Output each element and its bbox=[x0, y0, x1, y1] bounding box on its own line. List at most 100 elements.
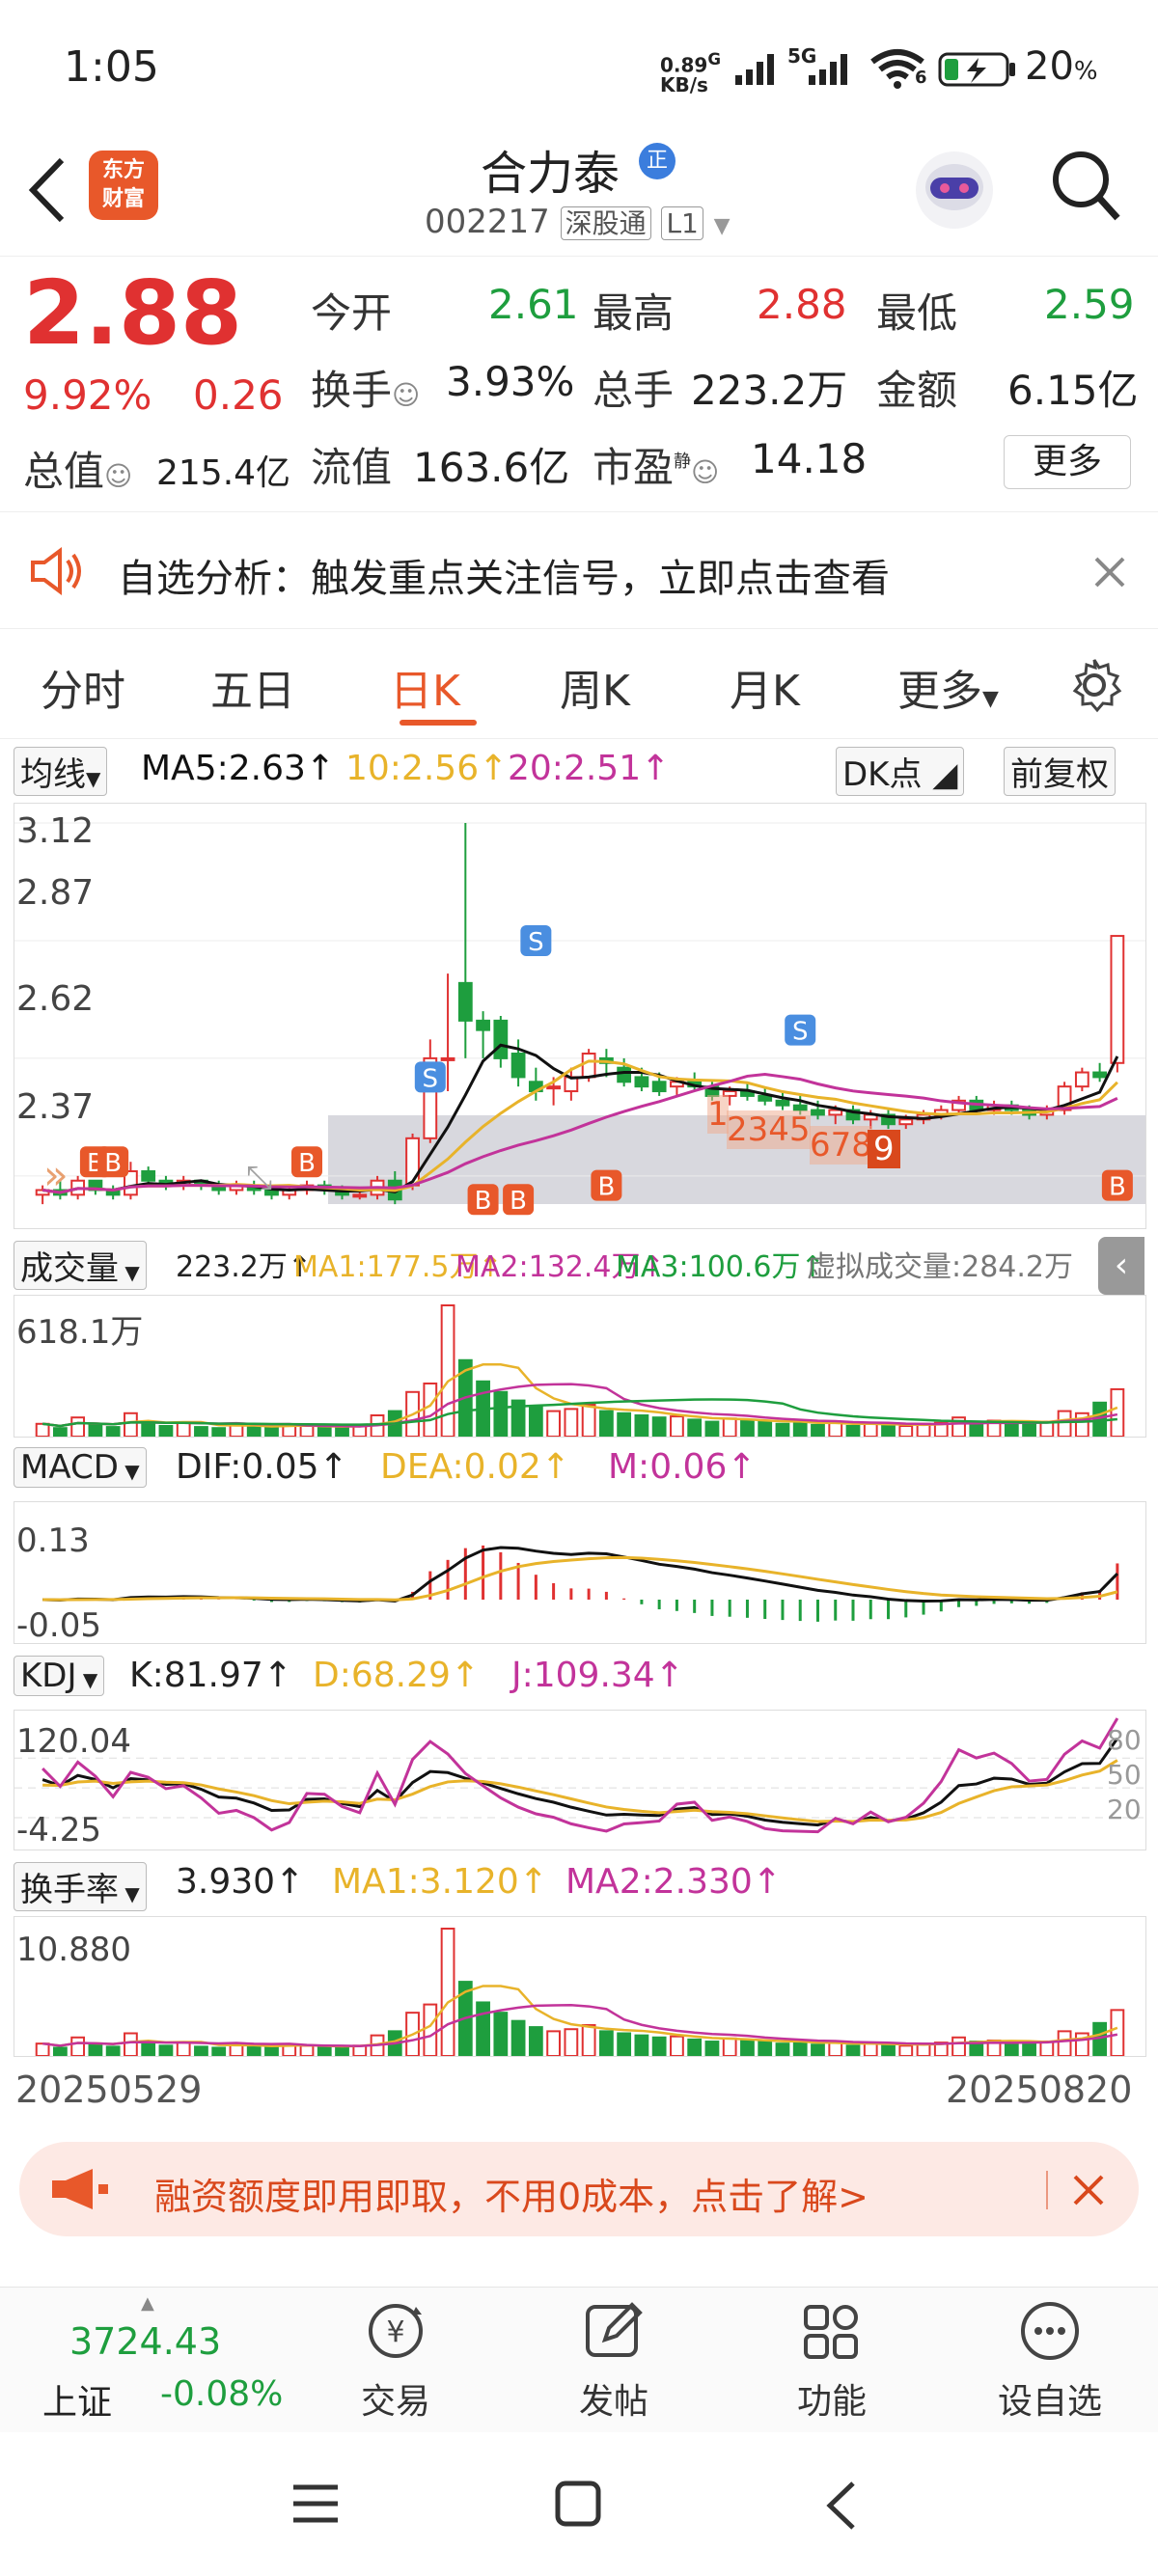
ma5-label: MA5:2.63↑ bbox=[141, 749, 336, 788]
back-icon[interactable] bbox=[822, 2480, 861, 2532]
macd-selector[interactable]: MACD ▼ bbox=[14, 1447, 147, 1488]
price-level-3: 2.62 bbox=[16, 979, 95, 1019]
high-label: 最高 bbox=[593, 289, 675, 337]
nav-trade[interactable]: ¥ 交易 bbox=[328, 2297, 463, 2424]
volume-bar bbox=[105, 1426, 121, 1439]
turnover-bar bbox=[440, 1928, 455, 2057]
volume-bar bbox=[176, 1421, 191, 1438]
turnover-selector[interactable]: 换手率 ▼ bbox=[14, 1862, 147, 1911]
candle-body bbox=[493, 1019, 509, 1059]
macd-panel[interactable]: 0.13 -0.05 bbox=[14, 1501, 1146, 1645]
turnover-bar bbox=[881, 2043, 896, 2057]
candle-body bbox=[1110, 935, 1125, 1064]
exchange-tag: 深股通 bbox=[560, 206, 651, 240]
macd-dif: DIF:0.05↑ bbox=[176, 1447, 348, 1487]
volume-bar bbox=[598, 1410, 614, 1438]
turnover-bar bbox=[687, 2038, 703, 2057]
volume-bar bbox=[124, 1411, 138, 1438]
bottom-navigation: ▲ 3724.43 上证 -0.08% ¥ 交易 发帖 功能 设自选 bbox=[0, 2287, 1158, 2432]
volume-bar bbox=[88, 1423, 103, 1438]
pe-label: 市盈静☺ bbox=[593, 444, 720, 491]
volume-value: 223.2万↑ bbox=[176, 1250, 313, 1284]
turnover-bar bbox=[35, 2042, 50, 2057]
stock-code-row[interactable]: 002217 深股通 L1 ▼ bbox=[425, 203, 731, 241]
macd-chart bbox=[42, 1545, 1119, 1622]
tab-daily-k[interactable]: 日K bbox=[390, 656, 460, 718]
ma-selector[interactable]: 均线▼ bbox=[14, 747, 108, 796]
turnover-bar bbox=[1004, 2042, 1019, 2057]
financing-ad[interactable]: 融资额度即用即取，不用0成本，点击了解> bbox=[19, 2142, 1139, 2236]
price-level-4: 2.37 bbox=[16, 1087, 95, 1127]
index-ticker[interactable]: ▲ 3724.43 上证 -0.08% bbox=[27, 2293, 317, 2423]
nav-post[interactable]: 发帖 bbox=[546, 2297, 681, 2424]
stock-name[interactable]: 合力泰 bbox=[481, 135, 620, 203]
dk-point-selector[interactable]: DK点 ◢ bbox=[836, 747, 965, 796]
close-icon[interactable] bbox=[1092, 555, 1127, 589]
volume-bar bbox=[546, 1410, 562, 1438]
volume-bar bbox=[775, 1422, 790, 1438]
turnover-bar bbox=[335, 2046, 349, 2058]
kline-panel[interactable]: BBBBBBBSSS 3.12 2.87 2.62 2.37 1 2345 67… bbox=[14, 803, 1146, 1229]
tab-intraday[interactable]: 分时 bbox=[41, 656, 125, 718]
turnover-panel[interactable]: 10.880 bbox=[14, 1916, 1146, 2058]
volume-bar bbox=[1039, 1420, 1055, 1439]
volume-bar bbox=[617, 1411, 632, 1438]
buy-signal-label: B bbox=[475, 1187, 492, 1216]
turnover-bar bbox=[598, 2030, 614, 2058]
turnover-bar bbox=[194, 2045, 208, 2058]
app-logo[interactable]: 东方 财富 bbox=[89, 151, 158, 220]
volume-bar bbox=[651, 1416, 667, 1438]
ad-divider bbox=[1046, 2171, 1048, 2209]
nav-functions[interactable]: 功能 bbox=[764, 2297, 899, 2424]
buy-signal-label: B bbox=[597, 1173, 615, 1202]
candle-body bbox=[758, 1094, 773, 1102]
tab-weekly-k[interactable]: 周K bbox=[560, 656, 630, 718]
kdj-selector[interactable]: KDJ ▼ bbox=[14, 1656, 105, 1696]
volume-panel[interactable]: 618.1万 bbox=[14, 1295, 1146, 1439]
tab-five-day[interactable]: 五日 bbox=[210, 656, 295, 718]
pe-value: 14.18 bbox=[751, 435, 868, 482]
turnover-bar bbox=[845, 2044, 861, 2057]
candle-body bbox=[510, 1053, 526, 1079]
nav-add-watchlist[interactable]: 设自选 bbox=[982, 2297, 1117, 2424]
adjust-selector[interactable]: 前复权 bbox=[1004, 747, 1116, 796]
kdj-panel[interactable]: 120.04 -4.25 80 50 20 bbox=[14, 1710, 1146, 1850]
grid-icon bbox=[804, 2305, 858, 2359]
volume-bar bbox=[881, 1423, 896, 1438]
gear-icon[interactable] bbox=[1065, 656, 1123, 714]
volume-selector[interactable]: 成交量 ▼ bbox=[14, 1241, 147, 1290]
open-value: 2.61 bbox=[488, 281, 579, 328]
collapse-arrow-icon[interactable]: ‹ bbox=[1098, 1237, 1144, 1295]
amount-label: 金额 bbox=[876, 367, 958, 414]
turnover-bar bbox=[1110, 2009, 1125, 2058]
tab-monthly-k[interactable]: 月K bbox=[730, 656, 800, 718]
volume-bar bbox=[863, 1422, 878, 1438]
ad-close-icon[interactable] bbox=[1071, 2173, 1106, 2207]
battery-level: 20% bbox=[1025, 44, 1098, 89]
watchlist-analysis-banner[interactable]: 自选分析：触发重点关注信号，立即点击查看 bbox=[0, 511, 1158, 629]
zoom-icon[interactable]: ⤡ bbox=[246, 1159, 272, 1197]
volume-bar bbox=[493, 1390, 509, 1438]
candle-body bbox=[651, 1081, 667, 1093]
volume-bar bbox=[528, 1406, 543, 1439]
menu-icon[interactable] bbox=[290, 2481, 342, 2526]
tab-more[interactable]: 更多▼ bbox=[897, 656, 999, 718]
turnover-bar bbox=[546, 2030, 562, 2058]
candle-body bbox=[440, 1056, 455, 1061]
expand-left-icon[interactable]: » bbox=[43, 1151, 69, 1198]
td-count-4: 9 bbox=[868, 1130, 900, 1168]
turnover-bar bbox=[1092, 2021, 1108, 2057]
nav-post-label: 发帖 bbox=[578, 2382, 648, 2422]
robot-assistant-icon[interactable] bbox=[911, 147, 998, 233]
ad-text: 融资额度即用即取，不用0成本，点击了解> bbox=[154, 2176, 869, 2218]
float-label: 流值 bbox=[311, 444, 393, 491]
home-square-icon[interactable] bbox=[554, 2480, 602, 2528]
volume-bar bbox=[246, 1424, 262, 1439]
k-line bbox=[41, 1738, 1119, 1827]
more-button[interactable]: 更多 bbox=[1004, 435, 1131, 489]
candle-body bbox=[141, 1169, 156, 1182]
search-icon[interactable] bbox=[1050, 149, 1123, 226]
turnover-bar bbox=[299, 2044, 315, 2057]
nav-functions-label: 功能 bbox=[796, 2382, 867, 2422]
back-arrow-icon[interactable] bbox=[23, 154, 69, 226]
